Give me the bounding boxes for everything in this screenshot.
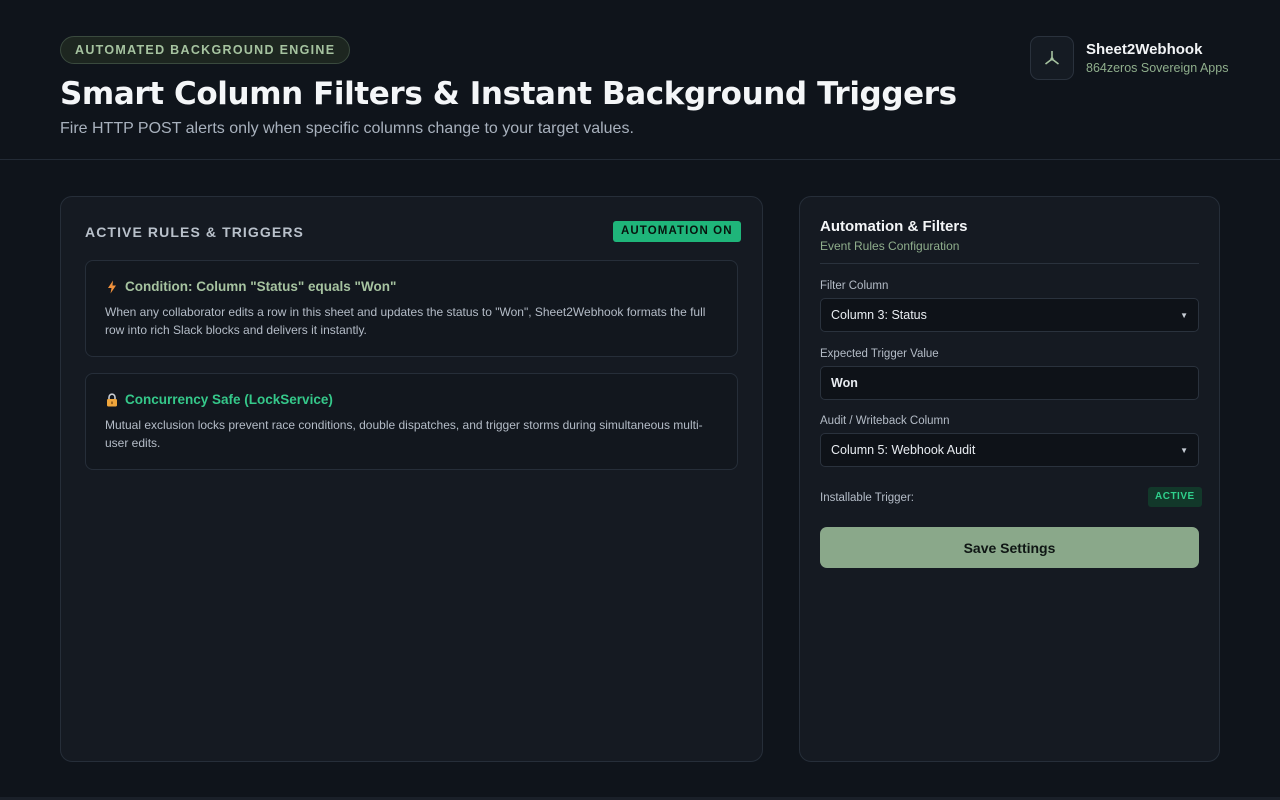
filter-column-select[interactable]: Column 3: Status ▼ xyxy=(820,298,1199,332)
rule-card: Concurrency Safe (LockService) Mutual ex… xyxy=(85,373,738,470)
rules-panel: ACTIVE RULES & TRIGGERS AUTOMATION ON Co… xyxy=(60,196,763,762)
trigger-status-badge: ACTIVE xyxy=(1148,487,1202,507)
save-settings-button[interactable]: Save Settings xyxy=(820,527,1199,568)
chevron-down-icon: ▼ xyxy=(1180,310,1188,320)
rule-description: Mutual exclusion locks prevent race cond… xyxy=(105,418,703,450)
lightning-icon xyxy=(108,280,116,293)
trigger-value-label: Expected Trigger Value xyxy=(820,348,939,360)
page-header: AUTOMATED BACKGROUND ENGINE Smart Column… xyxy=(0,0,1280,160)
engine-badge: AUTOMATED BACKGROUND ENGINE xyxy=(60,36,351,64)
rule-header: Concurrency Safe (LockService) xyxy=(105,392,333,407)
rule-description: When any collaborator edits a row in thi… xyxy=(105,305,706,337)
brand-name: Sheet2Webhook xyxy=(1086,41,1203,58)
rule-title: Concurrency Safe (LockService) xyxy=(125,392,333,407)
rule-title: Condition: Column "Status" equals "Won" xyxy=(125,279,397,294)
settings-panel: Automation & Filters Event Rules Configu… xyxy=(799,196,1220,762)
filter-column-label: Filter Column xyxy=(820,280,889,292)
settings-title: Automation & Filters xyxy=(820,218,968,235)
chevron-down-icon: ▼ xyxy=(1180,445,1188,455)
trigger-value-input[interactable] xyxy=(820,366,1199,400)
automation-status-badge: AUTOMATION ON xyxy=(613,221,741,242)
audit-column-label: Audit / Writeback Column xyxy=(820,415,950,427)
lock-icon xyxy=(107,392,117,406)
page-title: Smart Column Filters & Instant Backgroun… xyxy=(60,76,957,112)
audit-column-value: Column 5: Webhook Audit xyxy=(831,443,976,457)
webhook-icon-glyph xyxy=(1045,51,1059,65)
audit-column-select[interactable]: Column 5: Webhook Audit ▼ xyxy=(820,433,1199,467)
page-subtitle: Fire HTTP POST alerts only when specific… xyxy=(60,120,634,137)
brand-tagline: 864zeros Sovereign Apps xyxy=(1086,61,1229,75)
divider xyxy=(820,263,1199,264)
filter-column-value: Column 3: Status xyxy=(831,308,927,322)
webhook-icon[interactable] xyxy=(1030,36,1074,80)
rules-panel-title: ACTIVE RULES & TRIGGERS xyxy=(85,224,304,240)
settings-subtitle: Event Rules Configuration xyxy=(820,239,960,253)
installable-trigger-label: Installable Trigger: xyxy=(820,492,914,504)
rule-header: Condition: Column "Status" equals "Won" xyxy=(105,279,396,294)
rule-card: Condition: Column "Status" equals "Won" … xyxy=(85,260,738,357)
